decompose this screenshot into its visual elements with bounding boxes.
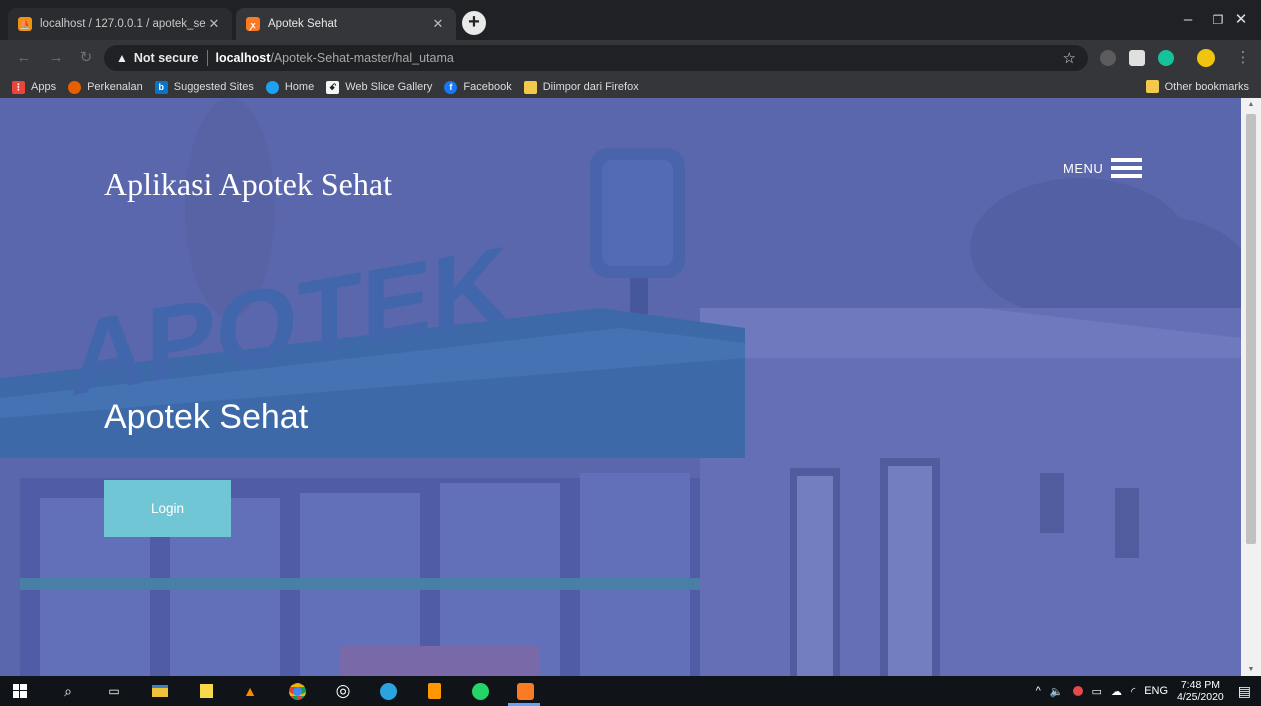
hamburger-icon — [1111, 158, 1143, 178]
xampp-icon[interactable] — [515, 681, 535, 701]
bookmark-facebook[interactable]: f Facebook — [444, 80, 512, 94]
windows-taskbar: ⌕ ▭ ▲ ◎ ^ 🔈 ▭ ☁ ◜ ENG 7:48 PM 4/25/2020 … — [0, 676, 1261, 706]
notification-app-icon[interactable] — [1072, 686, 1083, 696]
extension-icon[interactable] — [1129, 50, 1145, 66]
forward-arrow-icon[interactable]: → — [46, 48, 66, 68]
obs-icon[interactable]: ◎ — [333, 681, 353, 701]
grammarly-icon[interactable] — [1158, 50, 1174, 66]
divider — [206, 50, 208, 66]
bookmark-suggested-sites[interactable]: b Suggested Sites — [154, 80, 254, 94]
tab-phpmyadmin[interactable]: ⛵ localhost / 127.0.0.1 / apotek_se ✕ — [8, 8, 232, 40]
firefox-icon — [68, 80, 82, 94]
menu-label: MENU — [1063, 160, 1104, 176]
bookmark-label: Home — [284, 81, 315, 93]
close-tab-icon[interactable]: ✕ — [430, 16, 446, 32]
volume-icon[interactable]: 🔈 — [1050, 685, 1064, 698]
bookmark-perkenalan[interactable]: Perkenalan — [68, 80, 143, 94]
web-slice-icon: ꗃ — [326, 80, 340, 94]
task-view-icon[interactable]: ▭ — [104, 681, 124, 701]
extension-icon[interactable] — [1100, 50, 1116, 66]
bookmark-folder-firefox[interactable]: Diimpor dari Firefox — [523, 80, 639, 94]
new-tab-button[interactable]: + — [462, 11, 486, 35]
wifi-icon[interactable]: ◜ — [1131, 685, 1135, 698]
web-page: APOTEK Aplikasi Apotek Sehat MENU Apotek… — [0, 98, 1241, 676]
bookmark-label: Web Slice Gallery — [345, 81, 433, 93]
warning-icon: ▲ — [116, 51, 128, 65]
folder-icon — [523, 80, 537, 94]
bookmark-label: Facebook — [463, 81, 512, 93]
bird-icon — [265, 80, 279, 94]
url-host: localhost — [215, 51, 271, 65]
bookmark-star-icon[interactable]: ☆ — [1063, 49, 1076, 67]
telegram-icon[interactable] — [378, 681, 398, 701]
back-arrow-icon[interactable]: ← — [14, 48, 34, 68]
xampp-icon: ꭗ — [246, 17, 260, 31]
bing-icon: b — [154, 80, 168, 94]
hero-title: Apotek Sehat — [104, 398, 309, 436]
scrollbar-thumb[interactable] — [1246, 114, 1256, 544]
tab-apotek-sehat[interactable]: ꭗ Apotek Sehat ✕ — [236, 8, 456, 40]
sublime-text-icon[interactable] — [424, 681, 444, 701]
action-center-icon[interactable]: ▤ — [1238, 683, 1251, 700]
address-bar[interactable]: ▲ Not secure localhost /Apotek-Sehat-mas… — [104, 45, 1088, 71]
close-window-button[interactable]: ✕ — [1221, 0, 1261, 40]
whatsapp-icon[interactable] — [470, 681, 490, 701]
search-icon[interactable]: ⌕ — [58, 681, 78, 701]
clock-date: 4/25/2020 — [1177, 691, 1224, 703]
onedrive-cloud-icon[interactable]: ☁ — [1111, 685, 1122, 698]
other-bookmarks[interactable]: Other bookmarks — [1145, 80, 1249, 93]
scroll-up-arrow-icon[interactable]: ▲ — [1241, 101, 1261, 108]
tab-title: localhost / 127.0.0.1 / apotek_se — [40, 18, 206, 30]
clock[interactable]: 7:48 PM 4/25/2020 — [1177, 679, 1224, 703]
profile-avatar[interactable] — [1197, 49, 1215, 67]
file-explorer-icon[interactable] — [150, 681, 170, 701]
bookmark-home[interactable]: Home — [265, 80, 315, 94]
browser-tab-strip: ⛵ localhost / 127.0.0.1 / apotek_se ✕ ꭗ … — [0, 0, 1261, 40]
bookmark-web-slice-gallery[interactable]: ꗃ Web Slice Gallery — [326, 80, 433, 94]
security-indicator[interactable]: Not secure — [134, 51, 199, 65]
url-path: /Apotek-Sehat-master/hal_utama — [270, 51, 454, 65]
phpmyadmin-icon: ⛵ — [18, 17, 32, 31]
tab-title: Apotek Sehat — [268, 18, 338, 30]
system-tray: ^ 🔈 ▭ ☁ ◜ ENG 7:48 PM 4/25/2020 ▤ — [1036, 676, 1261, 706]
other-bookmarks-label: Other bookmarks — [1164, 80, 1249, 93]
vlc-icon[interactable]: ▲ — [240, 681, 260, 701]
windows-start-icon[interactable] — [10, 681, 30, 701]
bookmark-label: Apps — [31, 81, 57, 93]
bookmark-label: Diimpor dari Firefox — [542, 81, 639, 93]
clock-time: 7:48 PM — [1180, 679, 1220, 691]
close-tab-icon[interactable]: ✕ — [206, 16, 222, 32]
bookmark-apps[interactable]: ⋮ Apps — [12, 80, 57, 94]
site-brand[interactable]: Aplikasi Apotek Sehat — [104, 166, 392, 203]
bookmarks-bar: ⋮ Apps Perkenalan b Suggested Sites Home… — [0, 76, 1261, 98]
menu-toggle[interactable]: MENU — [1063, 158, 1143, 178]
folder-icon — [1145, 80, 1159, 93]
apps-grid-icon: ⋮ — [12, 80, 25, 94]
bookmark-label: Perkenalan — [87, 81, 143, 93]
page-scrollbar[interactable]: ▲ ▼ — [1241, 98, 1261, 676]
browser-toolbar: ← → ↻ ▲ Not secure localhost /Apotek-Seh… — [0, 40, 1261, 76]
chrome-icon[interactable] — [287, 681, 307, 701]
facebook-icon: f — [444, 80, 458, 94]
battery-icon[interactable]: ▭ — [1092, 685, 1102, 698]
bookmark-label: Suggested Sites — [173, 81, 254, 93]
login-button[interactable]: Login — [104, 480, 231, 537]
reload-icon[interactable]: ↻ — [76, 48, 96, 68]
more-menu-icon[interactable]: ⋮ — [1233, 48, 1253, 68]
show-hidden-icons-icon[interactable]: ^ — [1036, 685, 1041, 697]
language-indicator[interactable]: ENG — [1144, 685, 1168, 697]
sticky-notes-icon[interactable] — [196, 681, 216, 701]
scroll-down-arrow-icon[interactable]: ▼ — [1241, 666, 1261, 673]
